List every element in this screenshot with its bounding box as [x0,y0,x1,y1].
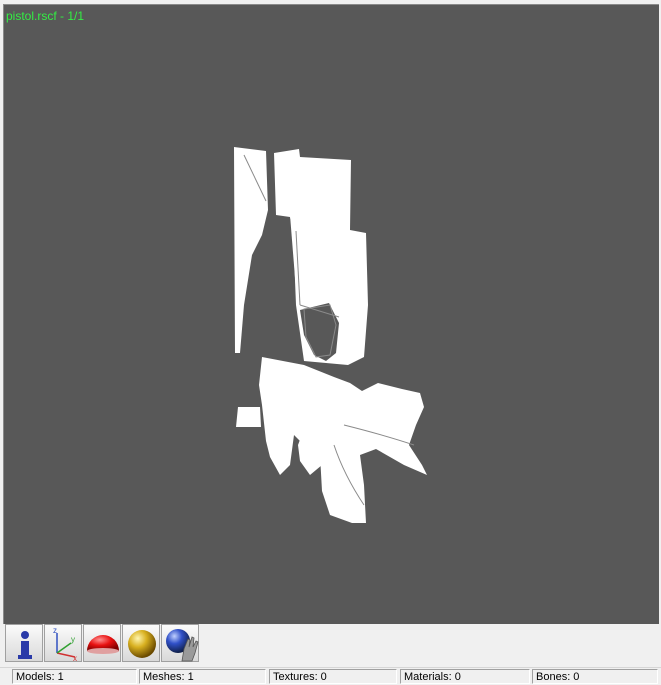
info-button[interactable] [5,624,43,662]
pistol-model [234,147,427,523]
status-bones: Bones: 0 [532,669,658,684]
toolbar: z y x [3,624,658,664]
3d-viewport[interactable]: pistol.rscf - 1/1 [3,4,659,624]
material-button[interactable] [83,624,121,662]
svg-text:z: z [53,626,57,635]
status-meshes: Meshes: 1 [139,669,266,684]
svg-text:y: y [71,635,75,644]
axes-button[interactable]: z y x [44,624,82,663]
status-bar: Models: 1 Meshes: 1 Textures: 0 Material… [0,667,661,685]
status-textures: Textures: 0 [269,669,397,684]
lighting-button[interactable] [122,624,160,662]
animation-button[interactable] [161,624,199,662]
svg-text:x: x [73,654,77,663]
status-models: Models: 1 [12,669,137,684]
status-materials: Materials: 0 [400,669,530,684]
